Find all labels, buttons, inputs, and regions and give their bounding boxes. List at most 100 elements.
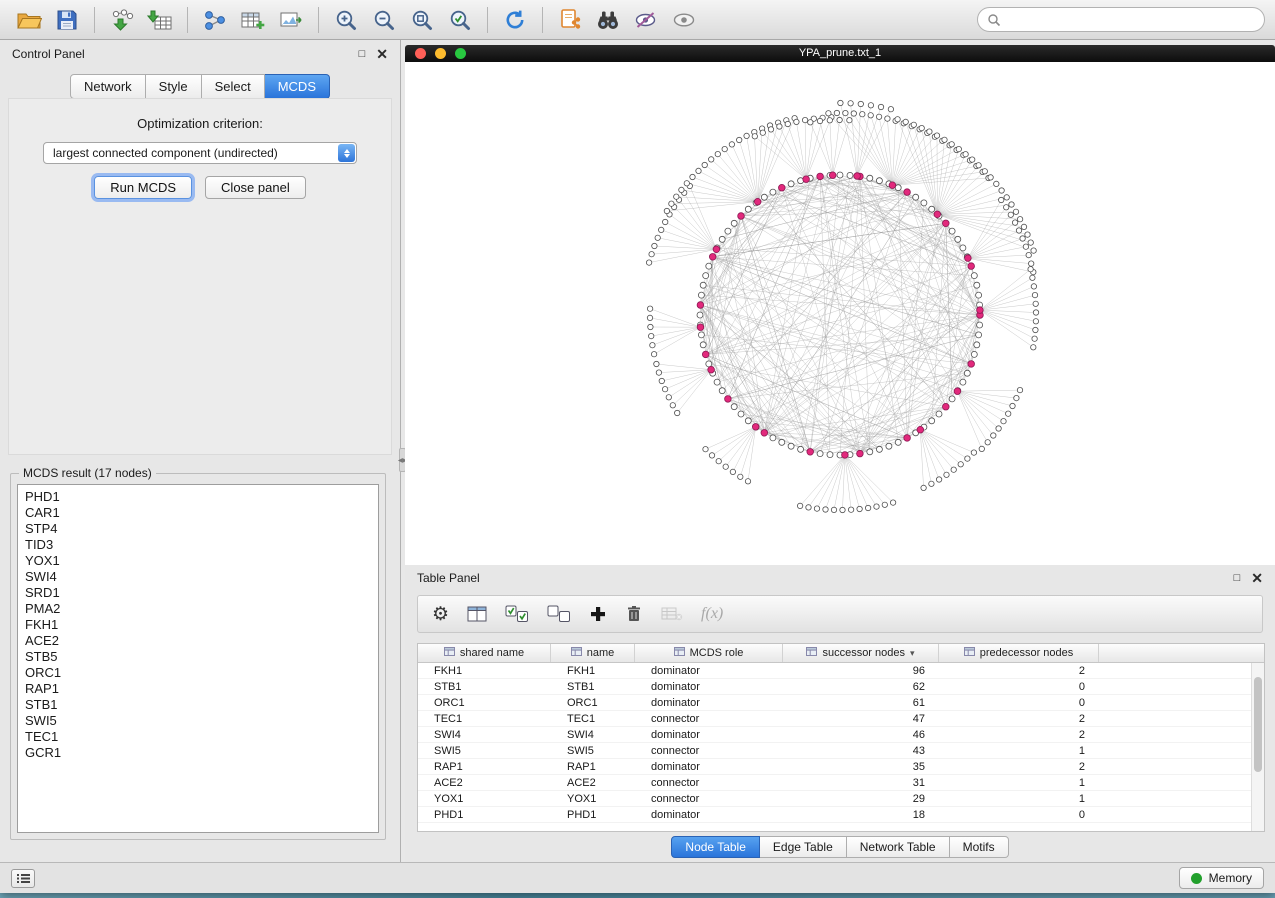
- table-row[interactable]: YOX1YOX1connector291: [418, 791, 1251, 807]
- mcds-result-item[interactable]: SWI4: [25, 569, 371, 585]
- float-panel-icon[interactable]: □: [359, 49, 366, 60]
- node-table: shared namenameMCDS rolesuccessor nodes▾…: [417, 643, 1265, 832]
- column-header-successor-nodes[interactable]: successor nodes▾: [783, 644, 939, 662]
- maximize-window-button[interactable]: [455, 48, 466, 59]
- zoom-selected-button[interactable]: [441, 4, 479, 36]
- copy-share-button[interactable]: [551, 4, 589, 36]
- mcds-result-item[interactable]: SRD1: [25, 585, 371, 601]
- deselect-all-button[interactable]: [547, 605, 571, 623]
- column-header-shared-name[interactable]: shared name: [418, 644, 551, 662]
- column-header-predecessor-nodes[interactable]: predecessor nodes: [939, 644, 1099, 662]
- mcds-result-item[interactable]: SWI5: [25, 713, 371, 729]
- status-bar: Memory: [0, 862, 1275, 893]
- delete-column-button[interactable]: [625, 604, 643, 624]
- mcds-result-item[interactable]: RAP1: [25, 681, 371, 697]
- minimize-window-button[interactable]: [435, 48, 446, 59]
- import-network-button[interactable]: [103, 4, 141, 36]
- network-canvas[interactable]: [405, 62, 1275, 565]
- scrollbar-thumb[interactable]: [1254, 677, 1262, 772]
- columns-icon: [467, 605, 487, 623]
- close-panel-icon[interactable]: ✕: [376, 48, 388, 60]
- tab-network[interactable]: Network: [70, 74, 146, 99]
- mcds-result-item[interactable]: GCR1: [25, 745, 371, 761]
- mcds-result-item[interactable]: ACE2: [25, 633, 371, 649]
- mcds-result-item[interactable]: TID3: [25, 537, 371, 553]
- mcds-result-item[interactable]: FKH1: [25, 617, 371, 633]
- tab-node-table[interactable]: Node Table: [671, 836, 760, 858]
- toggle-visibility-button[interactable]: [665, 4, 703, 36]
- close-table-panel-icon[interactable]: ✕: [1251, 572, 1263, 584]
- table-cell: 46: [783, 729, 939, 741]
- zoom-fit-button[interactable]: [403, 4, 441, 36]
- find-button[interactable]: [589, 4, 627, 36]
- tab-motifs[interactable]: Motifs: [950, 836, 1009, 858]
- status-menu-button[interactable]: [11, 869, 35, 888]
- mcds-result-item[interactable]: ORC1: [25, 665, 371, 681]
- close-window-button[interactable]: [415, 48, 426, 59]
- import-table-button[interactable]: [141, 4, 179, 36]
- add-column-button[interactable]: [589, 605, 607, 623]
- zoom-out-button[interactable]: [365, 4, 403, 36]
- table-cell: dominator: [635, 681, 783, 693]
- select-all-button[interactable]: [505, 605, 529, 623]
- table-row[interactable]: SWI5SWI5connector431: [418, 743, 1251, 759]
- mcds-result-item[interactable]: YOX1: [25, 553, 371, 569]
- float-table-panel-icon[interactable]: □: [1234, 573, 1241, 584]
- export-image-button[interactable]: [272, 4, 310, 36]
- tab-style[interactable]: Style: [146, 74, 202, 99]
- close-panel-button[interactable]: Close panel: [205, 176, 306, 199]
- table-row[interactable]: ACE2ACE2connector311: [418, 775, 1251, 791]
- refresh-button[interactable]: [496, 4, 534, 36]
- network-graph[interactable]: [405, 62, 1275, 565]
- optimization-criterion-label: Optimization criterion:: [9, 116, 391, 131]
- table-row[interactable]: TEC1TEC1connector472: [418, 711, 1251, 727]
- table-row[interactable]: STB1STB1dominator620: [418, 679, 1251, 695]
- table-settings-button[interactable]: ⚙: [432, 605, 449, 624]
- table-row[interactable]: FKH1FKH1dominator962: [418, 663, 1251, 679]
- new-table-button[interactable]: [234, 4, 272, 36]
- table-cell: ORC1: [551, 697, 635, 709]
- open-session-button[interactable]: [10, 4, 48, 36]
- mcds-result-item[interactable]: STB1: [25, 697, 371, 713]
- tab-mcds[interactable]: MCDS: [265, 74, 330, 99]
- network-window-titlebar[interactable]: YPA_prune.txt_1: [405, 45, 1275, 62]
- visual-properties-button[interactable]: [627, 4, 665, 36]
- table-row[interactable]: SWI4SWI4dominator462: [418, 727, 1251, 743]
- zoom-in-button[interactable]: [327, 4, 365, 36]
- column-header-name[interactable]: name: [551, 644, 635, 662]
- tab-network-table[interactable]: Network Table: [847, 836, 950, 858]
- tab-edge-table[interactable]: Edge Table: [760, 836, 847, 858]
- table-row[interactable]: RAP1RAP1dominator352: [418, 759, 1251, 775]
- table-row[interactable]: ORC1ORC1dominator610: [418, 695, 1251, 711]
- mcds-result-item[interactable]: TEC1: [25, 729, 371, 745]
- save-session-button[interactable]: [48, 4, 86, 36]
- table-cell: TEC1: [418, 713, 551, 725]
- dropdown-selected-value: largest connected component (undirected): [53, 146, 278, 160]
- mcds-result-item[interactable]: PMA2: [25, 601, 371, 617]
- table-row[interactable]: PHD1PHD1dominator180: [418, 807, 1251, 823]
- table-cell: ACE2: [551, 777, 635, 789]
- mcds-result-item[interactable]: CAR1: [25, 505, 371, 521]
- mcds-result-item[interactable]: STP4: [25, 521, 371, 537]
- control-panel: Control Panel □ ✕ NetworkStyleSelectMCDS…: [0, 40, 401, 862]
- search-input[interactable]: [1007, 13, 1255, 27]
- search-box[interactable]: [977, 7, 1265, 32]
- table-cell: RAP1: [551, 761, 635, 773]
- column-chooser-button[interactable]: [467, 605, 487, 623]
- mcds-result-list[interactable]: PHD1CAR1STP4TID3YOX1SWI4SRD1PMA2FKH1ACE2…: [17, 484, 379, 833]
- mcds-result-item[interactable]: STB5: [25, 649, 371, 665]
- table-cell: ACE2: [418, 777, 551, 789]
- mcds-result-item[interactable]: PHD1: [25, 489, 371, 505]
- import-network-icon: [109, 9, 135, 31]
- save-icon: [56, 9, 78, 31]
- new-network-button[interactable]: [196, 4, 234, 36]
- memory-button[interactable]: Memory: [1179, 867, 1264, 889]
- column-header-MCDS-role[interactable]: MCDS role: [635, 644, 783, 662]
- toolbar-separator: [187, 7, 188, 33]
- tab-select[interactable]: Select: [202, 74, 265, 99]
- run-mcds-button[interactable]: Run MCDS: [94, 176, 192, 199]
- control-tabs: NetworkStyleSelectMCDS: [0, 74, 400, 99]
- table-scrollbar[interactable]: [1251, 663, 1264, 831]
- optimization-criterion-dropdown[interactable]: largest connected component (undirected): [43, 142, 357, 164]
- list-icon: [17, 873, 30, 884]
